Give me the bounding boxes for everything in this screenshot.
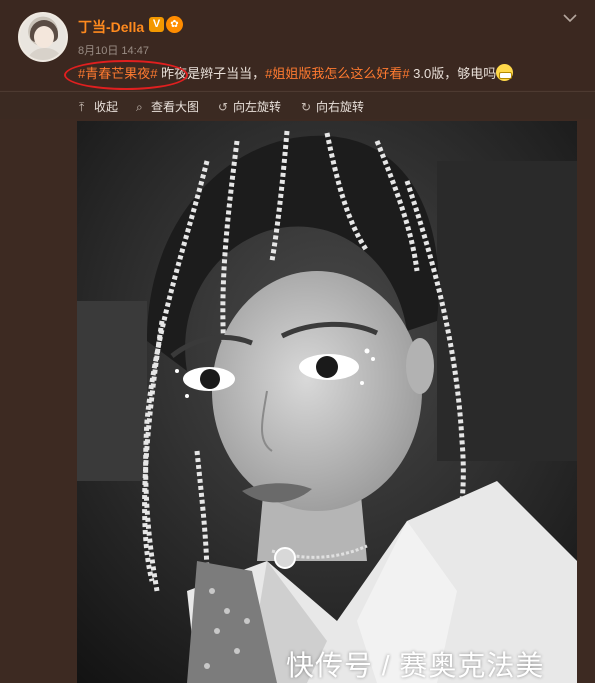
member-badge-icon: ✿ [166,16,183,33]
view-large-button[interactable]: ⌕ 查看大图 [136,98,199,115]
avatar-body [26,48,64,60]
post-text-segment: 3.0版，够电吗 [409,66,497,81]
image-toolbar: ⤒ 收起 ⌕ 查看大图 ↺ 向左旋转 ↻ 向右旋转 [0,91,595,119]
rotate-right-label: 向右旋转 [316,100,365,114]
avatar[interactable] [18,12,68,62]
rotate-left-icon: ↺ [218,100,229,114]
annotation-circle [64,60,188,90]
verified-badge: V [149,17,164,32]
watermark: 快传号 / 赛奥克法美 [286,650,545,681]
post-time[interactable]: 8月10日 14:47 [78,42,149,58]
zoom-icon: ⌕ [136,100,143,114]
rotate-right-button[interactable]: ↻ 向右旋转 [301,98,364,115]
collapse-label: 收起 [94,100,119,114]
view-large-label: 查看大图 [151,100,200,114]
rotate-right-icon: ↻ [301,100,312,114]
grin-emoji-icon [496,64,514,81]
hashtag-link[interactable]: #姐姐版我怎么这么好看# [265,66,409,81]
rotate-left-label: 向左旋转 [233,100,282,114]
collapse-button[interactable]: ⤒ 收起 [79,98,118,115]
portrait-photo [77,121,577,683]
post-image[interactable] [77,121,577,683]
post-header: 丁当-Della V ✿ 8月10日 14:47 #青春芒果夜# 昨夜是辫子当当… [0,0,595,90]
username[interactable]: 丁当-Della [78,17,144,37]
collapse-icon: ⤒ [79,100,85,114]
chevron-down-icon[interactable] [560,8,580,28]
rotate-left-button[interactable]: ↺ 向左旋转 [218,98,281,115]
avatar-face [34,26,54,48]
